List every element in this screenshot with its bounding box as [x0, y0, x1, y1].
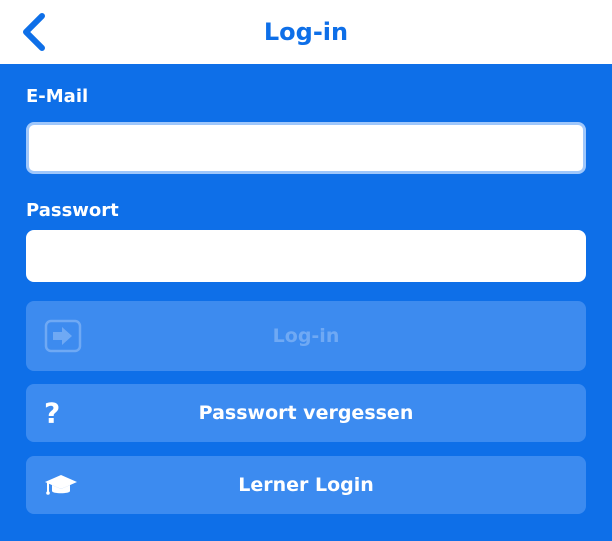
learner-login-button[interactable]: Lerner Login	[26, 456, 586, 514]
question-icon: ?	[44, 396, 61, 430]
forgot-password-label: Passwort vergessen	[198, 402, 414, 424]
back-button[interactable]	[10, 8, 58, 56]
graduation-cap-icon	[44, 472, 78, 498]
sign-in-icon	[44, 319, 82, 353]
forgot-password-button[interactable]: ? Passwort vergessen	[26, 384, 586, 442]
page-title: Log-in	[263, 18, 349, 46]
email-field[interactable]	[26, 122, 586, 174]
login-form-panel: E-Mail Passwort Log-in ? Passwort verges…	[0, 64, 612, 541]
login-button-label: Log-in	[272, 325, 340, 347]
login-button[interactable]: Log-in	[26, 301, 586, 371]
top-navigation-bar: Log-in	[0, 0, 612, 64]
password-label: Passwort	[26, 200, 119, 221]
email-label: E-Mail	[26, 86, 89, 107]
chevron-left-icon	[23, 13, 45, 51]
password-field[interactable]	[26, 230, 586, 282]
learner-login-label: Lerner Login	[238, 474, 374, 496]
